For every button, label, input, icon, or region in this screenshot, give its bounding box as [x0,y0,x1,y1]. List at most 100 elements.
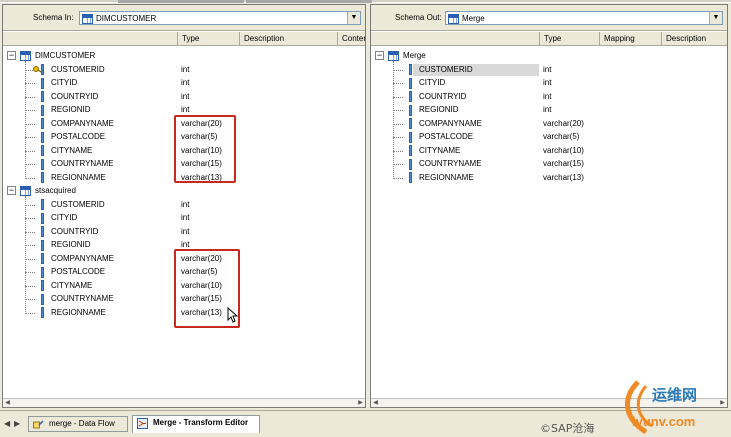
top-divider-segment [246,0,372,3]
field-row[interactable]: CUSTOMERID int [371,63,727,77]
chevron-down-icon[interactable]: ▼ [347,12,360,24]
transform-icon [137,418,148,429]
field-name: CITYNAME [51,145,93,155]
field-name: REGIONID [419,105,459,114]
table-name: Merge [403,51,426,60]
field-row[interactable]: CITYID int [3,76,365,90]
scroll-left-icon[interactable]: ◀ [371,399,380,407]
field-type: varchar(15) [543,159,584,168]
field-row[interactable]: CUSTOMERID int [3,63,365,77]
field-row[interactable]: COUNTRYNAME varchar(15) [371,157,727,171]
field-type: int [543,78,552,87]
table-icon [20,50,31,61]
schema-in-combobox[interactable]: DIMCUSTOMER ▼ [79,11,361,25]
collapse-toggle-icon[interactable]: − [7,186,16,195]
field-row[interactable]: CITYID int [3,211,365,225]
col-header-type[interactable]: Type [539,32,599,46]
tab-merge-data-flow[interactable]: merge - Data Flow [28,416,128,432]
dataflow-icon [33,419,44,430]
schema-out-combobox[interactable]: Merge ▼ [445,11,723,25]
field-name: CUSTOMERID [419,64,473,74]
field-row[interactable]: POSTALCODE varchar(5) [371,130,727,144]
field-row[interactable]: COUNTRYID int [3,225,365,239]
field-name: COUNTRYID [51,91,99,101]
field-name: REGIONID [51,240,91,249]
field-name: REGIONID [51,105,91,114]
tab-scroll-right-icon[interactable]: ▶ [14,419,20,428]
col-header-name[interactable] [371,32,539,46]
tab-merge-transform-editor[interactable]: Merge - Transform Editor [132,415,260,433]
field-name: COMPANYNAME [419,118,482,128]
schema-in-value: DIMCUSTOMER [96,14,157,23]
field-name: POSTALCODE [51,267,106,276]
field-type: varchar(20) [543,118,584,128]
schema-in-bar: Schema In: DIMCUSTOMER ▼ [3,5,365,31]
col-header-content[interactable]: Conter [337,32,365,46]
field-row[interactable]: REGIONNAME varchar(13) [371,171,727,185]
field-row[interactable]: COUNTRYID int [3,90,365,104]
scroll-left-icon[interactable]: ◀ [3,399,12,407]
table-name: stsacquired [35,186,76,195]
schema-in-header: Type Description Conter [3,32,365,46]
tab-label: Merge - Transform Editor [153,418,249,427]
highlight-box-dimcustomer [174,115,236,183]
field-type: int [543,105,552,114]
watermark-logo: 运维网 iyunv.com [618,378,731,437]
field-name: CITYID [51,213,78,222]
field-name: POSTALCODE [419,132,474,141]
field-type: int [181,226,190,236]
col-header-description[interactable]: Description [661,32,727,46]
field-name: CITYNAME [51,280,93,290]
field-row[interactable]: CUSTOMERID int [3,198,365,212]
schema-out-pane: Schema Out: Merge ▼ Type Mapping Descrip… [370,4,728,408]
field-name: POSTALCODE [51,132,106,141]
field-name: REGIONNAME [419,172,474,182]
field-name: REGIONNAME [51,172,106,182]
watermark-credit: ©SAP沧海 [540,422,595,435]
field-row[interactable]: CITYID int [371,76,727,90]
field-row[interactable]: CITYNAME varchar(10) [371,144,727,158]
table-icon [388,50,399,61]
scroll-right-icon[interactable]: ▶ [356,399,365,407]
table-icon [20,185,31,196]
col-header-mapping[interactable]: Mapping [599,32,661,46]
field-type: int [181,199,190,209]
col-header-description[interactable]: Description [239,32,337,46]
table-name: DIMCUSTOMER [35,51,96,60]
col-header-type[interactable]: Type [177,32,239,46]
schema-out-bar: Schema Out: Merge ▼ [371,5,727,31]
col-header-name[interactable] [3,32,177,46]
field-type: int [543,91,552,101]
schema-out-value: Merge [462,14,485,23]
field-type: int [181,91,190,101]
field-row[interactable]: COUNTRYID int [371,90,727,104]
field-type: int [181,213,190,222]
field-name: COMPANYNAME [51,253,114,263]
collapse-toggle-icon[interactable]: − [375,51,384,60]
field-type: varchar(13) [543,172,584,182]
watermark-site-cn: 运维网 [652,386,698,404]
collapse-toggle-icon[interactable]: − [7,51,16,60]
field-type: int [543,64,552,74]
mouse-cursor-icon [227,306,239,325]
tab-scroll-left-icon[interactable]: ◀ [4,419,10,428]
left-horizontal-scrollbar[interactable]: ◀ ▶ [3,398,365,407]
schema-in-label: Schema In: [33,13,74,22]
field-name: COUNTRYNAME [419,159,482,168]
field-name: CUSTOMERID [51,64,105,74]
field-name: CUSTOMERID [51,199,105,209]
chevron-down-icon[interactable]: ▼ [709,12,722,24]
tab-label: merge - Data Flow [49,419,115,428]
schema-in-pane: Schema In: DIMCUSTOMER ▼ Type Descriptio… [2,4,366,408]
field-type: int [181,78,190,87]
field-name: COUNTRYNAME [51,294,114,303]
schema-out-label: Schema Out: [395,13,442,22]
watermark-site-en: iyunv.com [632,414,696,429]
top-divider [0,0,731,3]
field-row[interactable]: REGIONID int [371,103,727,117]
field-row[interactable]: COMPANYNAME varchar(20) [371,117,727,131]
field-type: int [181,64,190,74]
field-name: REGIONNAME [51,307,106,317]
field-type: varchar(10) [543,145,584,155]
field-name: CITYID [419,78,446,87]
